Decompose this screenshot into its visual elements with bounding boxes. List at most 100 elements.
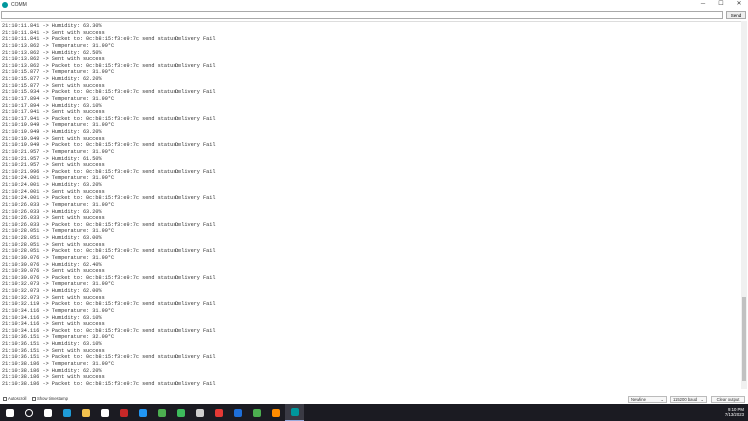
serial-line: 21:10:24.001 -> Temperature: 31.90°C (1, 175, 741, 182)
serial-line: 21:10:34.116 -> Sent with success (1, 321, 741, 328)
delivery-status: Delivery Fail (175, 274, 216, 281)
serial-line-text: 21:10:38.186 -> Sent with success (2, 374, 105, 381)
serial-line: 21:10:17.894 -> Temperature: 31.90°C (1, 96, 741, 103)
checkbox-icon (3, 396, 7, 401)
serial-line: 21:10:17.894 -> Humidity: 63.10% (1, 103, 741, 110)
serial-line: 21:10:24.001 -> Packet to: 0c:b8:15:f3:e… (1, 195, 741, 202)
serial-line: 21:10:38.186 -> Humidity: 62.20% (1, 368, 741, 375)
window-title: COMM (11, 1, 27, 8)
serial-line: 21:10:34.116 -> Temperature: 31.90°C (1, 308, 741, 315)
taskbar-arduino[interactable] (285, 404, 304, 421)
serial-line-text: 21:10:19.949 -> Sent with success (2, 135, 105, 142)
chevron-down-icon: ⌄ (700, 397, 704, 402)
serial-line-text: 21:10:17.894 -> Temperature: 31.90°C (2, 95, 115, 102)
taskbar-app-w[interactable] (247, 404, 266, 421)
file-explorer-icon (81, 408, 90, 417)
search-icon (24, 408, 33, 417)
serial-line-text: 21:10:36.151 -> Humidity: 63.10% (2, 341, 102, 347)
chrome-icon (157, 408, 166, 417)
serial-line: 21:10:21.996 -> Packet to: 0c:b8:15:f3:e… (1, 169, 741, 176)
delivery-status: Delivery Fail (175, 221, 216, 228)
serial-line-text: 21:10:17.894 -> Humidity: 63.10% (2, 102, 102, 109)
serial-line: 21:10:17.941 -> Packet to: 0c:b8:15:f3:e… (1, 116, 741, 123)
minimize-button[interactable]: ─ (694, 0, 712, 9)
serial-line-text: 21:10:36.151 -> Packet to: 0c:b8:15:f3:e… (2, 354, 180, 361)
serial-input[interactable] (1, 11, 723, 19)
serial-line: 21:10:21.957 -> Sent with success (1, 162, 741, 169)
vlc-icon (271, 408, 280, 417)
send-button[interactable]: Send (726, 11, 746, 19)
line-ending-select[interactable]: Newline ⌄ (628, 396, 667, 403)
serial-line-text: 21:10:13.862 -> Sent with success (2, 56, 105, 63)
autoscroll-label: Autoscroll (8, 396, 27, 401)
taskbar-app-gray[interactable] (190, 404, 209, 421)
taskbar-vlc[interactable] (266, 404, 285, 421)
scrollbar-thumb[interactable] (742, 297, 746, 381)
serial-line-text: 21:10:26.033 -> Humidity: 63.20% (2, 208, 102, 215)
serial-line: 21:10:11.841 -> Humidity: 63.30% (1, 23, 741, 30)
show-timestamp-checkbox[interactable]: Show timestamp (32, 396, 68, 401)
clear-output-button[interactable]: Clear output (711, 396, 745, 403)
arduino-icon (290, 408, 299, 416)
serial-line: 21:10:30.076 -> Packet to: 0c:b8:15:f3:e… (1, 275, 741, 282)
serial-line-text: 21:10:26.033 -> Temperature: 31.90°C (2, 201, 115, 208)
delivery-status: Delivery Fail (175, 380, 216, 387)
taskbar-chrome[interactable] (152, 404, 171, 421)
app-red-icon (119, 408, 128, 417)
serial-line: 21:10:32.073 -> Sent with success (1, 295, 741, 302)
scrollbar[interactable] (741, 21, 747, 389)
serial-line: 21:10:28.051 -> Temperature: 31.90°C (1, 228, 741, 235)
title-bar: COMM (0, 0, 748, 9)
send-row: Send (1, 11, 746, 19)
close-button[interactable]: ✕ (730, 0, 748, 9)
serial-line: 21:10:26.033 -> Sent with success (1, 215, 741, 222)
serial-line: 21:10:32.073 -> Humidity: 62.00% (1, 288, 741, 295)
taskbar-file-explorer[interactable] (76, 404, 95, 421)
serial-line-text: 21:10:21.957 -> Humidity: 61.50% (2, 155, 102, 162)
serial-line-text: 21:10:13.862 -> Humidity: 62.50% (2, 49, 102, 56)
taskbar-visual-studio-code-2[interactable] (228, 404, 247, 421)
delivery-status: Delivery Fail (175, 36, 216, 43)
delivery-status: Delivery Fail (175, 115, 216, 122)
serial-line-text: 21:10:38.186 -> Temperature: 31.90°C (2, 360, 115, 367)
taskbar-app-green[interactable] (171, 404, 190, 421)
system-clock[interactable]: 9:10 PM 7/13/2023 (725, 407, 744, 417)
autoscroll-checkbox[interactable]: Autoscroll (3, 396, 26, 401)
vscode-icon (138, 408, 147, 417)
checkbox-icon (32, 396, 36, 401)
serial-line-text: 21:10:36.151 -> Sent with success (2, 347, 105, 354)
serial-line: 21:10:19.949 -> Humidity: 63.20% (1, 129, 741, 136)
taskbar-start[interactable] (0, 404, 19, 421)
serial-line-text: 21:10:26.033 -> Sent with success (2, 215, 105, 222)
delivery-status: Delivery Fail (175, 89, 216, 96)
taskbar-task-view[interactable] (38, 404, 57, 421)
store-icon (100, 408, 109, 417)
serial-line-text: 21:10:34.116 -> Packet to: 0c:b8:15:f3:e… (2, 327, 180, 334)
taskbar-vscode[interactable] (133, 404, 152, 421)
serial-line: 21:10:15.877 -> Sent with success (1, 83, 741, 90)
taskbar-edge[interactable] (57, 404, 76, 421)
serial-line: 21:10:19.949 -> Sent with success (1, 136, 741, 143)
serial-line-text: 21:10:34.116 -> Sent with success (2, 321, 105, 328)
serial-line-text: 21:10:30.076 -> Humidity: 62.40% (2, 261, 102, 268)
serial-line: 21:10:38.186 -> Sent with success (1, 374, 741, 381)
serial-line-text: 21:10:34.116 -> Temperature: 31.90°C (2, 307, 115, 314)
taskbar-wps[interactable] (209, 404, 228, 421)
app-gray-icon (195, 408, 204, 417)
serial-line-text: 21:10:34.116 -> Humidity: 63.10% (2, 314, 102, 321)
serial-line: 21:10:11.841 -> Sent with success (1, 30, 741, 37)
taskbar-app-red[interactable] (114, 404, 133, 421)
serial-line: 21:10:13.862 -> Sent with success (1, 56, 741, 63)
taskbar-store[interactable] (95, 404, 114, 421)
maximize-button[interactable]: ☐ (712, 0, 730, 9)
serial-line: 21:10:32.073 -> Temperature: 31.90°C (1, 281, 741, 288)
serial-line: 21:10:28.051 -> Packet to: 0c:b8:15:f3:e… (1, 248, 741, 255)
baud-select[interactable]: 115200 baud ⌄ (670, 396, 707, 403)
serial-line-text: 21:10:24.001 -> Sent with success (2, 188, 105, 195)
serial-line-text: 21:10:19.949 -> Humidity: 63.20% (2, 129, 102, 135)
line-ending-value: Newline (631, 397, 646, 402)
taskbar-search[interactable] (19, 404, 38, 421)
serial-line: 21:10:30.076 -> Sent with success (1, 268, 741, 275)
serial-line-text: 21:10:24.001 -> Temperature: 31.90°C (2, 175, 115, 182)
serial-line-text: 21:10:17.941 -> Packet to: 0c:b8:15:f3:e… (2, 115, 180, 122)
